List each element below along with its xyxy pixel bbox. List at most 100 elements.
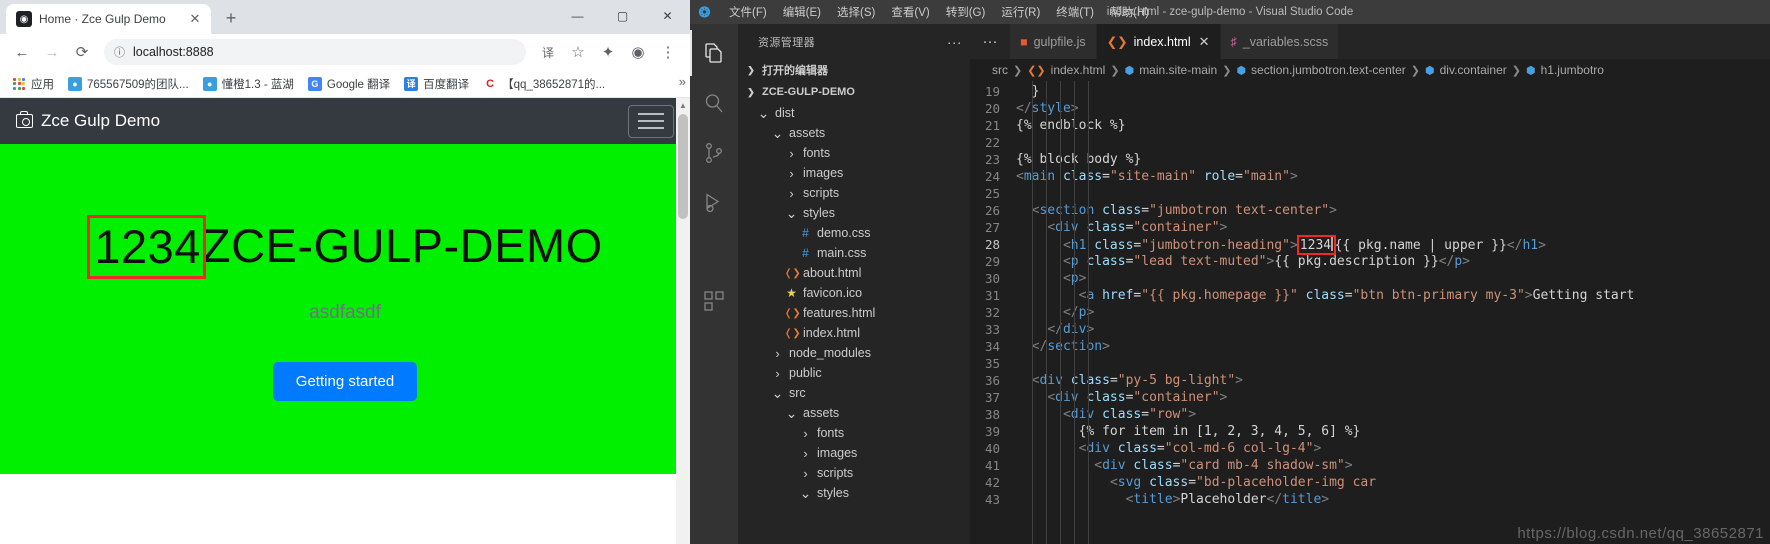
tree-item-demo-css[interactable]: # demo.css xyxy=(738,223,970,243)
menu-edit[interactable]: 编辑(E) xyxy=(775,1,829,23)
tree-item-dist[interactable]: ⌄ dist xyxy=(738,103,970,123)
tree-item-scripts[interactable]: › scripts xyxy=(738,463,970,483)
new-tab-button[interactable]: + xyxy=(217,4,245,32)
code-line[interactable]: 30 <p> xyxy=(970,270,1770,287)
code-line[interactable]: 26 <section class="jumbotron text-center… xyxy=(970,202,1770,219)
menu-file[interactable]: 文件(F) xyxy=(721,1,775,23)
site-info-icon[interactable]: ⓘ xyxy=(114,44,125,60)
tree-item-images[interactable]: › images xyxy=(738,163,970,183)
tree-item-images[interactable]: › images xyxy=(738,443,970,463)
code-line[interactable]: 36 <div class="py-5 bg-light"> xyxy=(970,372,1770,389)
code-line[interactable]: 23 {% block body %} xyxy=(970,151,1770,168)
menu-selection[interactable]: 选择(S) xyxy=(829,1,883,23)
window-maximize-button[interactable]: ▢ xyxy=(600,0,645,32)
code-line[interactable]: 19 } xyxy=(970,83,1770,100)
code-line[interactable]: 24 <main class="site-main" role="main"> xyxy=(970,168,1770,185)
bookmarks-overflow-icon[interactable]: » xyxy=(679,74,686,89)
breadcrumb-item-section[interactable]: section.jumbotron.text-center xyxy=(1251,63,1406,77)
menu-go[interactable]: 转到(G) xyxy=(938,1,994,23)
bookmark-apps[interactable]: 应用 xyxy=(6,74,60,94)
page-scrollbar-thumb[interactable] xyxy=(678,114,688,219)
tree-item-about-html[interactable]: ❬❯ about.html xyxy=(738,263,970,283)
code-editor[interactable]: 19 }20</style>21{% endblock %}2223{% blo… xyxy=(970,81,1770,544)
forward-arrow-icon[interactable]: → xyxy=(38,38,66,66)
breadcrumb-item-div[interactable]: div.container xyxy=(1440,63,1507,77)
breadcrumb-item-h1[interactable]: h1.jumbotro xyxy=(1541,63,1604,77)
getting-started-button[interactable]: Getting started xyxy=(272,362,418,401)
tree-item-favicon-ico[interactable]: ★ favicon.ico xyxy=(738,283,970,303)
project-root-section[interactable]: ❯ ZCE-GULP-DEMO xyxy=(738,81,970,103)
open-editors-section[interactable]: ❯ 打开的编辑器 xyxy=(738,59,970,81)
tree-item-node-modules[interactable]: › node_modules xyxy=(738,343,970,363)
code-line[interactable]: 25 xyxy=(970,185,1770,202)
tab-variables-scss[interactable]: ♯ _variables.scss xyxy=(1220,24,1340,59)
bookmark-item[interactable]: 译 百度翻译 xyxy=(398,74,475,94)
nav-toggle-button[interactable] xyxy=(628,104,674,138)
profile-avatar-icon[interactable]: ◉ xyxy=(624,38,652,66)
tab-gulpfile-js[interactable]: ■ gulpfile.js xyxy=(1010,24,1097,59)
page-scrollbar[interactable]: ▲ xyxy=(676,98,690,544)
window-close-button[interactable]: ✕ xyxy=(645,0,690,32)
code-line[interactable]: 32 </p> xyxy=(970,304,1770,321)
bookmark-star-icon[interactable]: ☆ xyxy=(564,38,592,66)
code-line[interactable]: 37 <div class="container"> xyxy=(970,389,1770,406)
code-line[interactable]: 34 </section> xyxy=(970,338,1770,355)
tab-close-icon[interactable]: ✕ xyxy=(187,11,203,27)
activity-run-debug-icon[interactable] xyxy=(690,180,738,226)
code-line[interactable]: 31 <a href="{{ pkg.homepage }}" class="b… xyxy=(970,287,1770,304)
code-line[interactable]: 35 xyxy=(970,355,1770,372)
back-arrow-icon[interactable]: ← xyxy=(8,38,36,66)
editor-more-actions-icon[interactable]: ··· xyxy=(970,24,1010,59)
chrome-menu-icon[interactable]: ⋮ xyxy=(654,38,682,66)
activity-extensions-icon[interactable] xyxy=(690,278,738,324)
code-line[interactable]: 33 </div> xyxy=(970,321,1770,338)
tree-item-styles[interactable]: ⌄ styles xyxy=(738,483,970,503)
code-line[interactable]: 22 xyxy=(970,134,1770,151)
code-line[interactable]: 42 <svg class="bd-placeholder-img car xyxy=(970,474,1770,491)
tree-item-public[interactable]: › public xyxy=(738,363,970,383)
browser-tab[interactable]: ◉ Home · Zce Gulp Demo ✕ xyxy=(6,4,211,34)
code-line[interactable]: 41 <div class="card mb-4 shadow-sm"> xyxy=(970,457,1770,474)
menu-terminal[interactable]: 终端(T) xyxy=(1048,1,1102,23)
code-line[interactable]: 28 <h1 class="jumbotron-heading"> 1234{{ … xyxy=(970,234,1770,255)
menu-run[interactable]: 运行(R) xyxy=(993,1,1048,23)
tree-item-features-html[interactable]: ❬❯ features.html xyxy=(738,303,970,323)
code-line[interactable]: 40 <div class="col-md-6 col-lg-4"> xyxy=(970,440,1770,457)
tree-item-main-css[interactable]: # main.css xyxy=(738,243,970,263)
tree-item-fonts[interactable]: › fonts xyxy=(738,143,970,163)
address-bar[interactable]: ⓘ localhost:8888 xyxy=(104,39,526,65)
tree-item-fonts[interactable]: › fonts xyxy=(738,423,970,443)
tree-item-index-html[interactable]: ❬❯ index.html xyxy=(738,323,970,343)
breadcrumb-item-src[interactable]: src xyxy=(992,63,1008,77)
tab-index-html[interactable]: ❮❯ index.html ✕ xyxy=(1096,24,1221,59)
code-line[interactable]: 20 </style> xyxy=(970,100,1770,117)
reload-icon[interactable]: ⟳ xyxy=(68,38,96,66)
translate-icon[interactable]: 译 xyxy=(534,38,562,66)
code-line[interactable]: 43 <title>Placeholder</title> xyxy=(970,491,1770,508)
tree-item-assets[interactable]: ⌄ assets xyxy=(738,403,970,423)
tree-item-styles[interactable]: ⌄ styles xyxy=(738,203,970,223)
activity-source-control-icon[interactable] xyxy=(690,130,738,176)
bookmark-item[interactable]: ● 765567509的团队... xyxy=(62,74,195,94)
bookmark-item[interactable]: C 【qq_38652871的... xyxy=(477,74,611,94)
breadcrumb-item-main[interactable]: main.site-main xyxy=(1139,63,1217,77)
window-minimize-button[interactable]: — xyxy=(555,0,600,32)
extensions-puzzle-icon[interactable]: ✦ xyxy=(594,38,622,66)
breadcrumb-item-file[interactable]: index.html xyxy=(1051,63,1106,77)
code-line[interactable]: 38 <div class="row"> xyxy=(970,406,1770,423)
sidebar-more-actions-icon[interactable]: ··· xyxy=(947,34,962,50)
activity-explorer-icon[interactable] xyxy=(690,30,738,76)
code-line[interactable]: 27 <div class="container"> xyxy=(970,219,1770,236)
code-line[interactable]: 39 {% for item in [1, 2, 3, 4, 5, 6] %} xyxy=(970,423,1770,440)
tab-close-icon[interactable]: ✕ xyxy=(1199,34,1210,50)
tree-item-src[interactable]: ⌄ src xyxy=(738,383,970,403)
menu-view[interactable]: 查看(V) xyxy=(883,1,937,23)
menu-help[interactable]: 帮助(H) xyxy=(1102,1,1157,23)
code-line[interactable]: 21 {% endblock %} xyxy=(970,117,1770,134)
activity-search-icon[interactable] xyxy=(690,80,738,126)
bookmark-item[interactable]: G Google 翻译 xyxy=(302,74,396,94)
code-line[interactable]: 29 <p class="lead text-muted">{{ pkg.des… xyxy=(970,253,1770,270)
scroll-up-arrow-icon[interactable]: ▲ xyxy=(676,98,690,113)
bookmark-item[interactable]: ● 懂橙1.3 - 蓝湖 xyxy=(197,74,300,94)
tree-item-scripts[interactable]: › scripts xyxy=(738,183,970,203)
